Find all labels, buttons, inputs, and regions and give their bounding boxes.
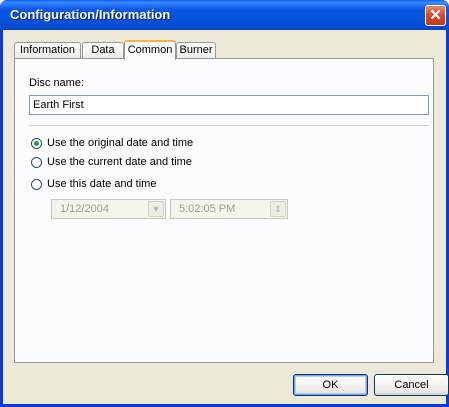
window-title: Configuration/Information (10, 7, 171, 22)
title-bar[interactable]: Configuration/Information ✕ (0, 0, 449, 30)
radio-current-date-label: Use the current date and time (47, 156, 192, 168)
tab-burner[interactable]: Burner (176, 42, 216, 58)
radio-unselected-icon (31, 178, 42, 190)
radio-selected-icon (31, 137, 42, 149)
time-value: 5:02:05 PM (179, 203, 236, 215)
radio-original-date-label: Use the original date and time (47, 137, 194, 149)
disc-name-input[interactable] (29, 95, 429, 115)
disc-name-label: Disc name: (29, 77, 85, 89)
tab-data[interactable]: Data (82, 42, 124, 58)
spinner-icon[interactable]: ⇕ (270, 201, 286, 217)
configuration-dialog: Configuration/Information ✕ Information … (0, 0, 449, 407)
ok-button[interactable]: OK (293, 374, 368, 396)
chevron-down-icon[interactable]: ▼ (148, 201, 164, 217)
date-picker[interactable]: 1/12/2004 ▼ (51, 199, 166, 219)
close-icon: ✕ (429, 7, 442, 24)
tab-information[interactable]: Information (14, 42, 81, 58)
radio-unselected-icon (31, 156, 42, 168)
radio-this-date[interactable]: Use this date and time (31, 177, 156, 191)
separator (29, 125, 429, 126)
date-value: 1/12/2004 (60, 203, 109, 215)
common-tab-panel: Disc name: Use the original date and tim… (14, 58, 434, 363)
time-picker[interactable]: 5:02:05 PM ⇕ (170, 199, 288, 219)
close-button[interactable]: ✕ (425, 5, 446, 26)
radio-current-date[interactable]: Use the current date and time (31, 155, 192, 169)
radio-this-date-label: Use this date and time (47, 178, 157, 190)
radio-original-date[interactable]: Use the original date and time (31, 136, 193, 150)
cancel-button[interactable]: Cancel (374, 374, 449, 396)
tab-common[interactable]: Common (124, 40, 176, 60)
